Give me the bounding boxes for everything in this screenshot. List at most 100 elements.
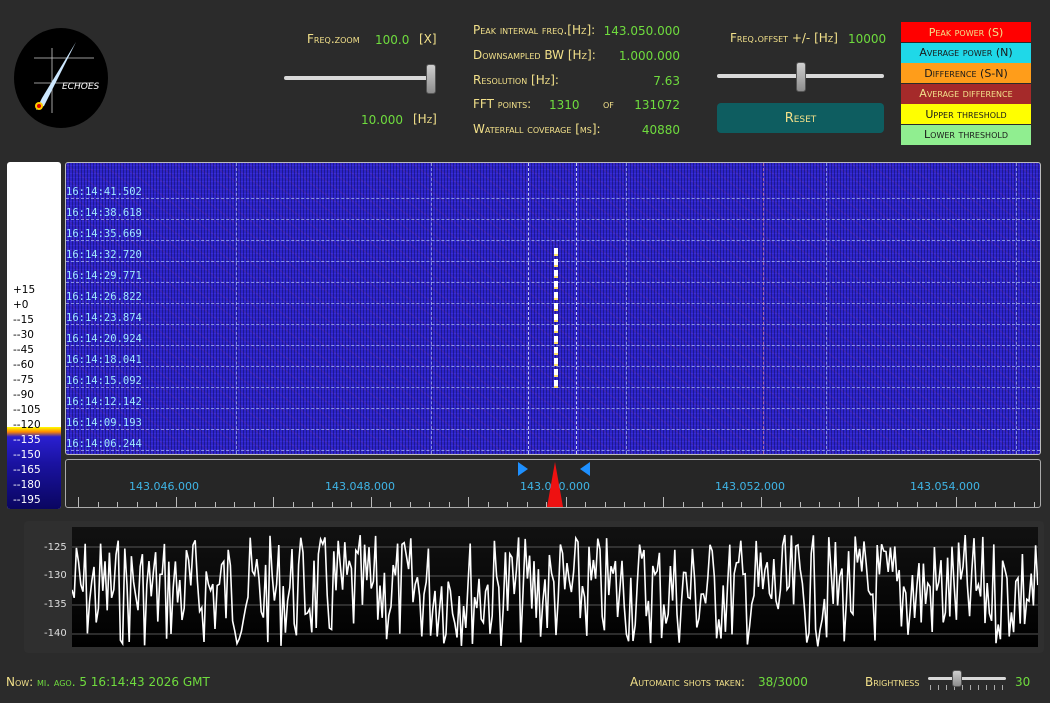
peak-marker-icon bbox=[547, 462, 563, 507]
shots-label: Automatic shots taken: bbox=[630, 675, 745, 689]
right-bound-arrow-icon[interactable] bbox=[580, 462, 590, 476]
scale-tick bbox=[624, 502, 625, 507]
fft-points-label: FFT points: bbox=[473, 97, 532, 111]
freq-zoom-slider-thumb[interactable] bbox=[426, 64, 436, 94]
waterfall-timestamp: 16:14:41.502 bbox=[66, 186, 142, 198]
scale-tick bbox=[955, 497, 957, 507]
scale-tick bbox=[429, 502, 430, 507]
waterfall-timestamp: 16:14:35.669 bbox=[66, 228, 142, 240]
legend-item: Peak power (S) bbox=[901, 22, 1031, 42]
spectrum-ylabel: -135 bbox=[44, 599, 67, 610]
scale-tick bbox=[565, 497, 567, 507]
scale-tick bbox=[273, 497, 274, 507]
scale-tick bbox=[858, 497, 859, 507]
scale-tick bbox=[936, 502, 937, 507]
brightness-value: 30 bbox=[1015, 675, 1031, 689]
scale-tick bbox=[487, 502, 489, 507]
scale-tick bbox=[1033, 502, 1035, 507]
waterfall-gridline bbox=[66, 261, 1040, 262]
colorbar-label: --180 bbox=[13, 479, 41, 491]
scale-tick bbox=[390, 502, 391, 507]
waterfall-gridline bbox=[66, 303, 1040, 304]
color-scale-bar: +15 +0 --15 --30 --45 --60 --75 --90 --105 --120 -… bbox=[7, 162, 61, 509]
colorbar-label: --30 bbox=[13, 329, 34, 341]
frequency-label: 143.046.000 bbox=[129, 480, 199, 493]
waterfall-coverage-label: Waterfall coverage [ms]: bbox=[473, 122, 601, 136]
colorbar-label: --15 bbox=[13, 314, 34, 326]
brightness-slider-thumb[interactable] bbox=[951, 670, 962, 687]
colorbar-label: --195 bbox=[13, 494, 41, 506]
center-marker-right bbox=[576, 163, 577, 454]
frequency-label: 143.052.000 bbox=[715, 480, 785, 493]
frequency-label: 143.048.000 bbox=[325, 480, 395, 493]
colorbar-label: --120 bbox=[13, 419, 41, 431]
waterfall-timestamp: 16:14:09.193 bbox=[66, 417, 142, 429]
freq-offset-slider-thumb[interactable] bbox=[795, 62, 806, 92]
waterfall-gridline bbox=[66, 387, 1040, 388]
scale-tick bbox=[897, 502, 898, 507]
freq-offset-value: 10000 bbox=[848, 32, 887, 46]
scale-tick bbox=[507, 502, 508, 507]
brightness-ticks bbox=[930, 685, 1006, 690]
freq-zoom-hz-value: 10.000 bbox=[361, 113, 403, 127]
spectrum-ylabel: -140 bbox=[44, 628, 67, 639]
waterfall-timestamp: 16:14:23.874 bbox=[66, 312, 142, 324]
scale-tick bbox=[916, 502, 918, 507]
freq-zoom-slider[interactable] bbox=[284, 76, 436, 80]
freq-offset-label: Freq.offset +/- [Hz] bbox=[730, 31, 838, 45]
waterfall-coverage-value: 40880 bbox=[641, 123, 680, 137]
scale-tick bbox=[370, 497, 372, 507]
downsampled-bw-value: 1.000.000 bbox=[618, 49, 680, 63]
colorbar-label: --60 bbox=[13, 359, 34, 371]
waterfall-vgridline bbox=[236, 163, 237, 454]
resolution-label: Resolution [Hz]: bbox=[473, 73, 559, 87]
brightness-label: Brightness bbox=[865, 675, 920, 689]
spectrum-plot[interactable] bbox=[72, 527, 1038, 647]
waterfall-gridline bbox=[66, 282, 1040, 283]
waterfall-vgridline bbox=[1016, 163, 1017, 454]
waterfall-display[interactable]: 16:14:41.502 16:14:38.618 16:14:35.669 16:1… bbox=[65, 162, 1041, 455]
scale-tick bbox=[136, 502, 138, 507]
waterfall-timestamp: 16:14:18.041 bbox=[66, 354, 142, 366]
waterfall-timestamp: 16:14:26.822 bbox=[66, 291, 142, 303]
waterfall-gridline bbox=[66, 345, 1040, 346]
scale-tick bbox=[838, 502, 840, 507]
scale-tick bbox=[682, 502, 684, 507]
scale-tick bbox=[468, 497, 469, 507]
waterfall-timestamp: 16:14:38.618 bbox=[66, 207, 142, 219]
waterfall-gridline bbox=[66, 219, 1040, 220]
hot-column-marker bbox=[763, 163, 764, 454]
fft-total-value: 131072 bbox=[634, 98, 680, 112]
waterfall-gridline bbox=[66, 324, 1040, 325]
peak-freq-label: Peak interval freq.[Hz]: bbox=[473, 23, 596, 37]
colorbar-label: +0 bbox=[13, 299, 29, 311]
scale-tick bbox=[819, 502, 820, 507]
scale-tick bbox=[585, 502, 586, 507]
waterfall-timestamp: 16:14:32.720 bbox=[66, 249, 142, 261]
scale-tick bbox=[643, 502, 645, 507]
waterfall-gridline bbox=[66, 408, 1040, 409]
meteor-echo-trace bbox=[554, 248, 558, 388]
freq-zoom-hz-unit: [Hz] bbox=[413, 112, 437, 126]
scale-tick bbox=[975, 502, 976, 507]
legend-item: Lower threshold bbox=[901, 124, 1031, 145]
reset-button[interactable]: Reset bbox=[717, 103, 884, 133]
colorbar-label: --135 bbox=[13, 434, 41, 446]
scale-tick bbox=[604, 502, 606, 507]
frequency-scale[interactable]: 143.046.000 143.048.000 143.050.000 143.052… bbox=[65, 459, 1041, 508]
resolution-value: 7.63 bbox=[653, 74, 680, 88]
brightness-slider[interactable] bbox=[928, 677, 1006, 680]
center-marker-left bbox=[528, 163, 529, 454]
scale-tick bbox=[195, 502, 196, 507]
scale-tick bbox=[702, 502, 703, 507]
colorbar-label: --105 bbox=[13, 404, 41, 416]
scale-tick bbox=[409, 502, 411, 507]
scale-tick bbox=[253, 502, 255, 507]
scale-tick bbox=[721, 502, 723, 507]
scale-tick bbox=[526, 502, 528, 507]
waterfall-timestamp: 16:14:06.244 bbox=[66, 438, 142, 450]
left-bound-arrow-icon[interactable] bbox=[518, 462, 528, 476]
legend-item: Average power (N) bbox=[901, 42, 1031, 63]
scale-tick bbox=[97, 502, 99, 507]
logo-text: ECHOES bbox=[62, 82, 100, 92]
